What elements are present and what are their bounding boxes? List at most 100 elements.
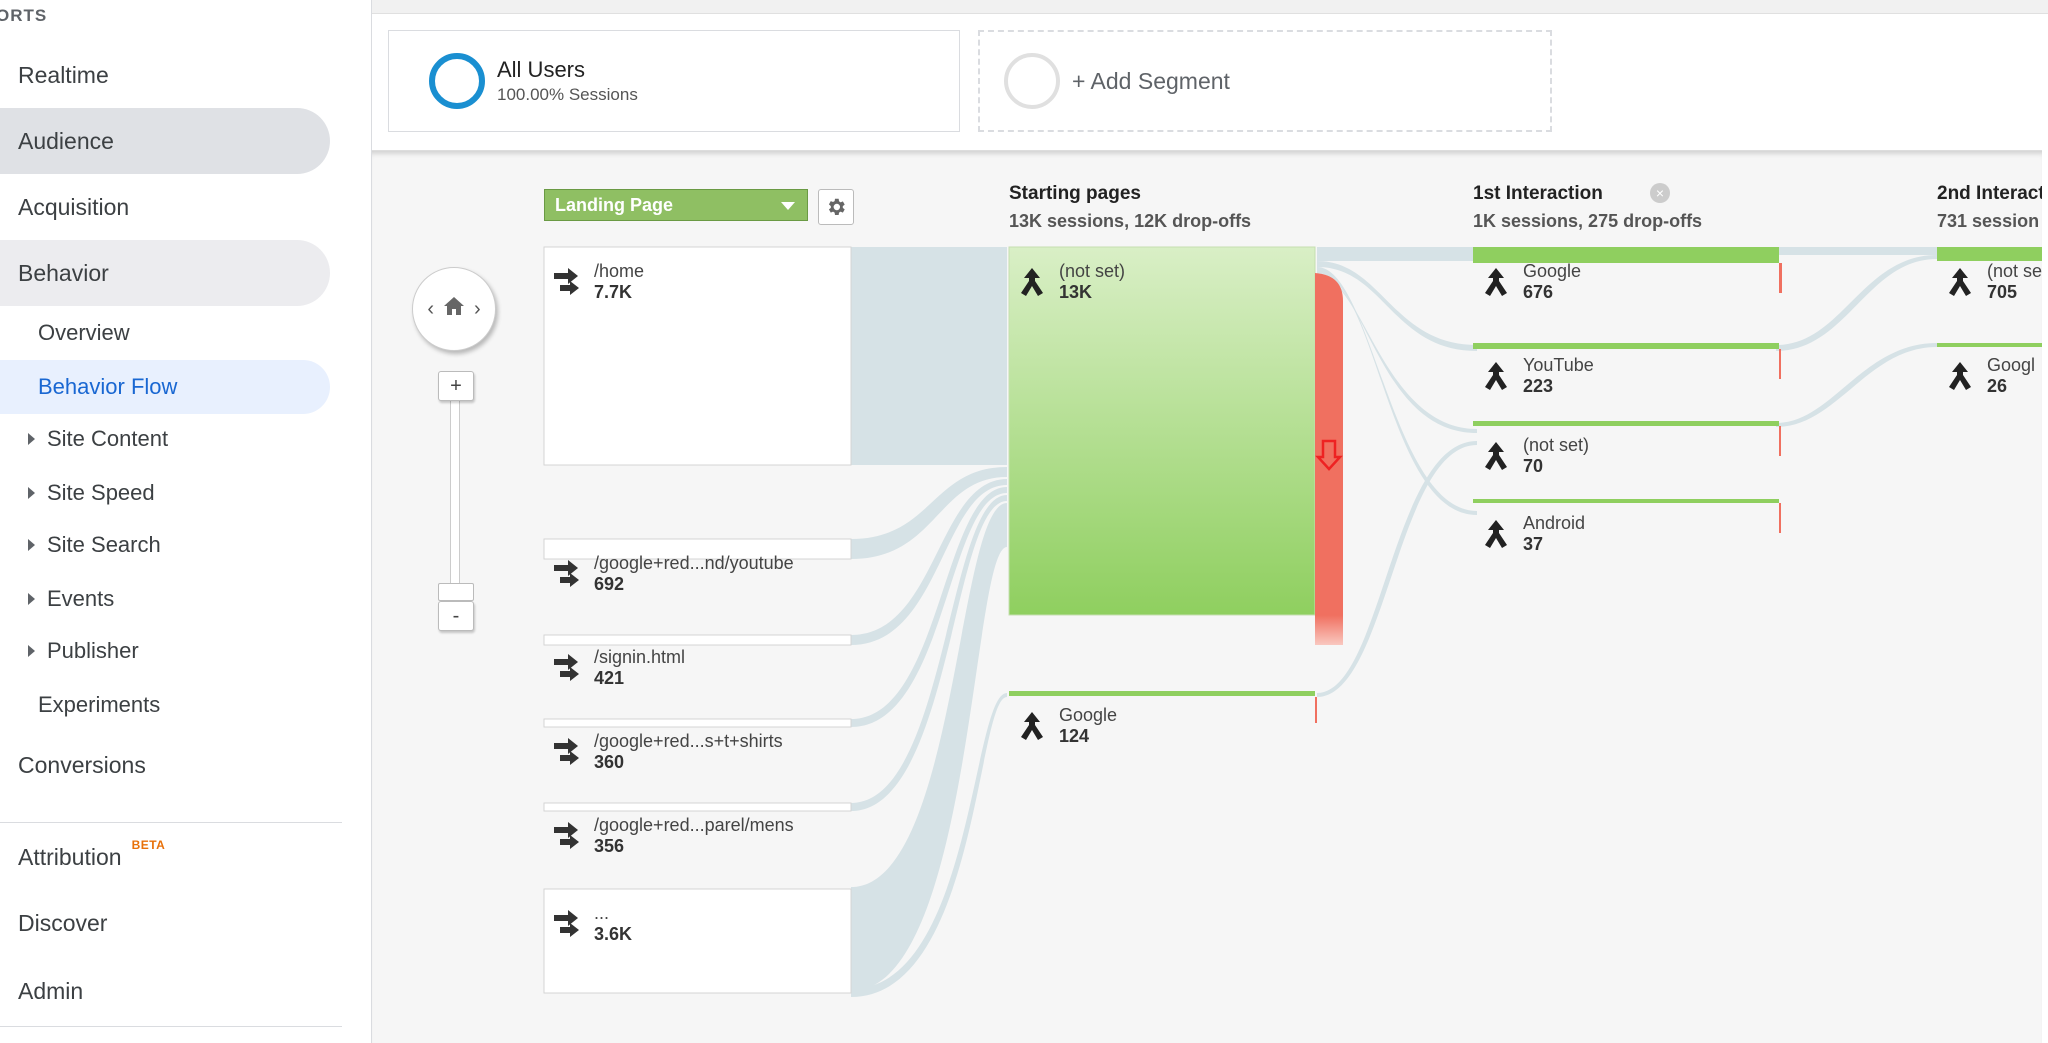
- expand-triangle-icon: [28, 593, 35, 605]
- zoom-in-button[interactable]: +: [438, 371, 474, 401]
- sidebar-item-label: Audience: [18, 127, 114, 154]
- entrance-arrow-icon: [554, 268, 579, 295]
- second-node-google: [1937, 343, 2042, 347]
- sidebar-sub-overview[interactable]: Overview: [0, 306, 330, 360]
- node-value: 13K: [1059, 282, 1093, 302]
- sidebar-sub-site-content[interactable]: Site Content: [0, 412, 330, 466]
- segment-title: All Users: [497, 57, 586, 82]
- dropoff-bar-small: [1779, 426, 1781, 456]
- node-name: Android: [1523, 513, 1586, 533]
- sidebar-item-audience[interactable]: Audience: [0, 108, 330, 174]
- settings-button[interactable]: [818, 189, 854, 225]
- sidebar-item-attribution[interactable]: Attribution BETA: [0, 824, 330, 890]
- expand-triangle-icon: [28, 433, 35, 445]
- sidebar-item-behavior[interactable]: Behavior: [0, 240, 330, 306]
- node-name: (not se: [1987, 261, 2042, 281]
- first-label-youtube[interactable]: YouTube 223: [1481, 355, 1594, 397]
- sidebar-sub-behavior-flow[interactable]: Behavior Flow: [0, 360, 330, 414]
- start-label-google[interactable]: Google 124: [1017, 705, 1117, 747]
- branch-icon: [1949, 362, 1971, 390]
- add-segment-button[interactable]: + Add Segment: [978, 30, 1552, 132]
- node-name: Google: [1059, 705, 1118, 725]
- sidebar-item-acquisition[interactable]: Acquisition: [0, 174, 330, 240]
- landing-label-tshirts[interactable]: /google+red...s+t+shirts 360: [552, 731, 783, 773]
- pan-right-icon[interactable]: ›: [474, 298, 481, 321]
- node-value: 37: [1523, 534, 1544, 554]
- entrance-arrow-icon: [554, 560, 579, 587]
- column-header-starting: Starting pages 13K sessions, 12K drop-of…: [1009, 183, 1251, 232]
- sidebar-item-label: Admin: [18, 977, 84, 1004]
- node-value: 356: [594, 836, 625, 856]
- chevron-down-icon: [781, 202, 795, 210]
- sidebar-sub-label: Experiments: [38, 692, 161, 717]
- landing-page-nodes: [543, 246, 852, 994]
- node-value: 223: [1523, 376, 1554, 396]
- sidebar-item-realtime[interactable]: Realtime: [0, 42, 330, 108]
- flow-link: [1776, 343, 1937, 427]
- zoom-slider-handle[interactable]: [438, 583, 474, 601]
- sidebar: ORTS Realtime Audience Acquisition Behav…: [0, 0, 372, 1043]
- branch-icon: [1485, 268, 1507, 296]
- sidebar-sub-events[interactable]: Events: [0, 572, 330, 626]
- sidebar-sub-experiments[interactable]: Experiments: [0, 678, 330, 732]
- pan-left-icon[interactable]: ‹: [427, 298, 434, 321]
- zoom-out-button[interactable]: -: [438, 601, 474, 631]
- first-label-android[interactable]: Android 37: [1481, 513, 1585, 555]
- sidebar-divider: [0, 1026, 342, 1027]
- node-value: 124: [1059, 726, 1090, 746]
- start-label-not-set[interactable]: (not set) 13K: [1017, 261, 1125, 303]
- landing-label-more[interactable]: ... 3.6K: [552, 903, 632, 945]
- pan-control[interactable]: ‹ ›: [412, 267, 496, 351]
- sidebar-item-label: Attribution: [18, 843, 122, 870]
- behavior-flow-canvas: ‹ › + - Landing Page Starting pages 13K …: [372, 150, 2042, 1043]
- sidebar-item-label: Realtime: [18, 61, 109, 88]
- sidebar-sub-label: Overview: [38, 320, 130, 345]
- home-icon[interactable]: [442, 295, 466, 323]
- column-title: Starting pages: [1009, 183, 1141, 204]
- landing-label-signin[interactable]: /signin.html 421: [552, 647, 685, 689]
- sidebar-sub-publisher[interactable]: Publisher: [0, 624, 330, 678]
- sidebar-divider: [0, 822, 342, 823]
- column-stats: 731 session: [1937, 211, 2040, 231]
- segment-circle-icon: [429, 53, 485, 109]
- segment-all-users[interactable]: All Users 100.00% Sessions: [388, 30, 960, 132]
- first-label-not-set[interactable]: (not set) 70: [1481, 435, 1589, 477]
- sidebar-item-admin[interactable]: Admin: [0, 958, 330, 1024]
- branch-icon: [1021, 268, 1043, 296]
- dimension-dropdown[interactable]: Landing Page: [544, 189, 808, 221]
- node-value: 676: [1523, 282, 1554, 302]
- gear-icon: [828, 198, 845, 215]
- branch-icon: [1485, 442, 1507, 470]
- sidebar-item-conversions[interactable]: Conversions: [0, 732, 330, 798]
- sidebar-item-label: Behavior: [18, 259, 109, 286]
- node-value: 692: [594, 574, 625, 594]
- first-label-google[interactable]: Google 676: [1481, 261, 1581, 303]
- sidebar-item-discover[interactable]: Discover: [0, 890, 330, 956]
- first-node-android: [1473, 499, 1779, 503]
- close-column-icon[interactable]: ×: [1650, 183, 1670, 203]
- segment-subtitle: 100.00% Sessions: [497, 85, 638, 104]
- second-label-google[interactable]: Googl 26: [1945, 355, 2035, 397]
- sidebar-sub-label: Site Content: [47, 426, 169, 451]
- node-name: /home: [594, 261, 645, 281]
- sidebar-sub-site-search[interactable]: Site Search: [0, 518, 330, 572]
- sidebar-item-label: Conversions: [18, 751, 146, 778]
- entrance-arrow-icon: [554, 738, 579, 765]
- node-value: 70: [1523, 456, 1544, 476]
- top-strip: [372, 0, 2048, 14]
- node-name: Google: [1523, 261, 1582, 281]
- beta-badge: BETA: [131, 838, 166, 852]
- node-value: 421: [594, 668, 625, 688]
- expand-triangle-icon: [28, 539, 35, 551]
- entrance-arrow-icon: [554, 910, 579, 937]
- landing-label-home[interactable]: /home 7.7K: [552, 261, 644, 303]
- sidebar-item-label: Acquisition: [18, 193, 130, 220]
- column-stats: 1K sessions, 275 drop-offs: [1473, 211, 1703, 231]
- landing-label-youtube[interactable]: /google+red...nd/youtube 692: [552, 553, 794, 595]
- branch-icon: [1021, 712, 1043, 740]
- branch-icon: [1485, 520, 1507, 548]
- branch-icon: [1949, 268, 1971, 296]
- landing-label-mens[interactable]: /google+red...parel/mens 356: [552, 815, 794, 857]
- second-label-not-set[interactable]: (not se 705: [1945, 261, 2042, 303]
- sidebar-sub-site-speed[interactable]: Site Speed: [0, 466, 330, 520]
